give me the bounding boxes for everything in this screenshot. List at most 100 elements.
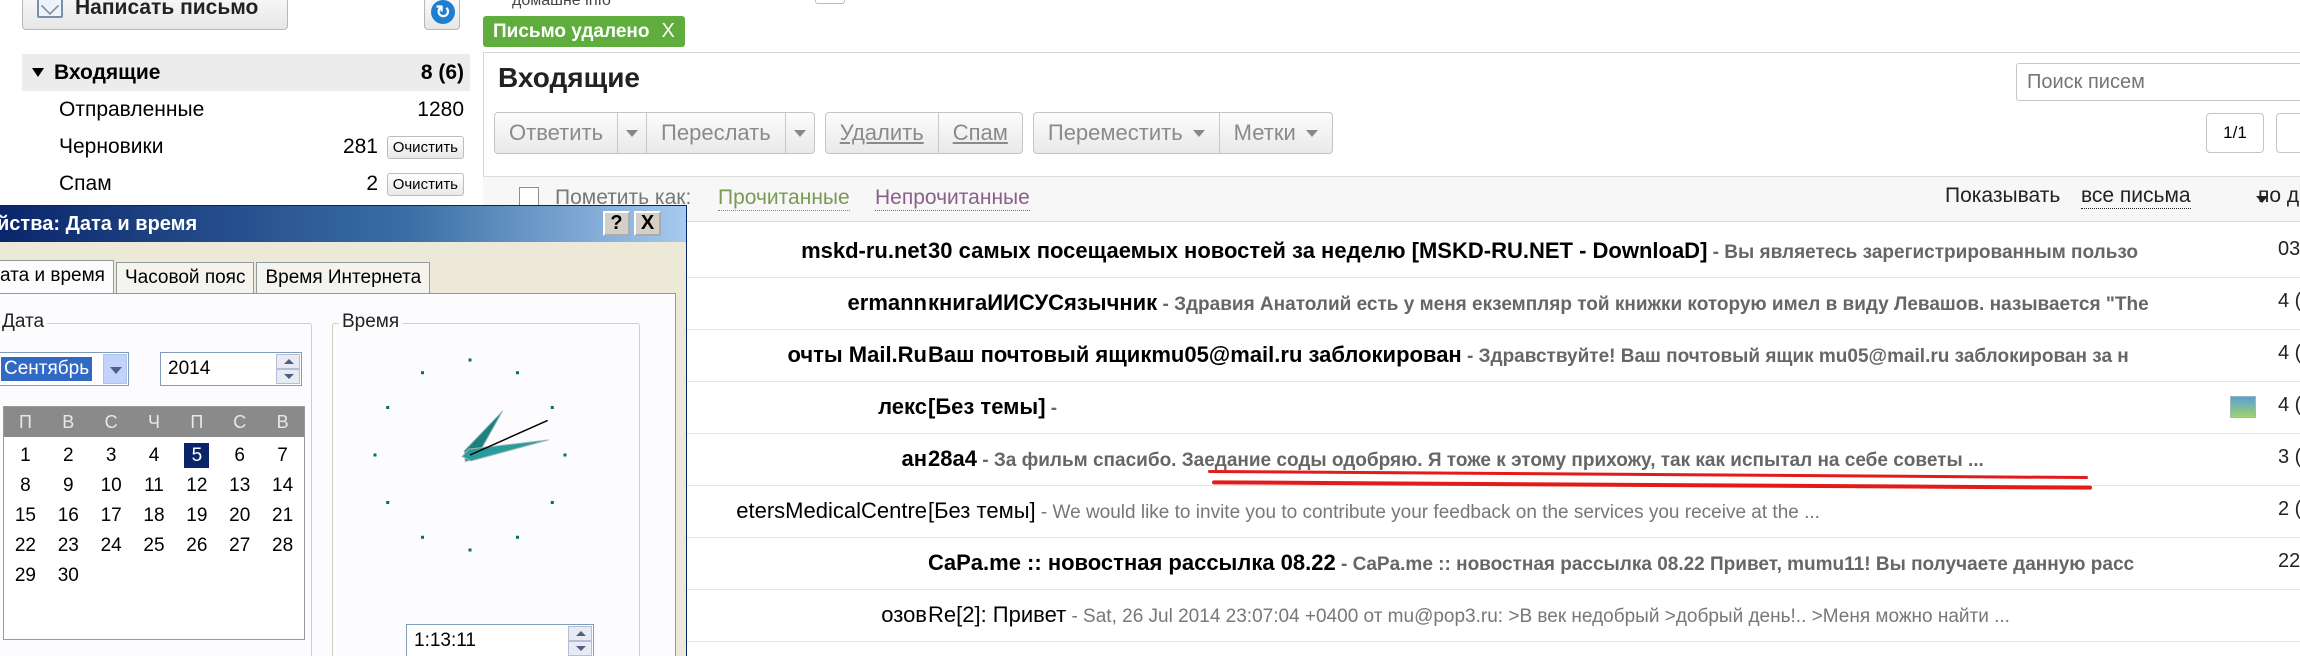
folder-list: Входящие 8 (6) Отправленные 1280 Чернови… (22, 54, 470, 202)
show-filter-select[interactable]: все письма (2081, 184, 2191, 209)
labels-button[interactable]: Метки (1220, 113, 1332, 153)
message-snippet: - Вы являетесь зарегистрированным пользо (1707, 242, 2138, 263)
delete-button[interactable]: Удалить (826, 113, 939, 153)
top-stub-button[interactable] (815, 0, 845, 4)
folder-spam[interactable]: Спам 2 Очистить (22, 165, 470, 202)
message-row[interactable]: mskd-ru.net 30 самых посещаемых новостей… (483, 226, 2300, 278)
chevron-down-icon[interactable] (103, 354, 127, 384)
clock-tick (386, 501, 390, 504)
pager-next-button[interactable] (2276, 113, 2300, 153)
spin-down-icon[interactable] (568, 641, 592, 656)
image-thumbnail-icon[interactable] (2230, 396, 2256, 418)
calendar-day[interactable]: 26 (175, 533, 218, 558)
message-row[interactable]: etersMedicalCentre [Без темы] - We would… (483, 486, 2300, 538)
tab-date-time[interactable]: ата и время (0, 260, 114, 294)
calendar-day[interactable]: 10 (90, 473, 133, 498)
calendar-day[interactable]: 21 (261, 503, 304, 528)
tab-timezone[interactable]: Часовой пояс (115, 262, 255, 294)
calendar-day[interactable]: 15 (4, 503, 47, 528)
folder-sent[interactable]: Отправленные 1280 (22, 91, 470, 128)
message-row[interactable]: ermann книгаИИСУСязычник - Здравия Анато… (483, 278, 2300, 330)
calendar-day[interactable]: 7 (261, 443, 304, 468)
clean-spam-button[interactable]: Очистить (386, 173, 464, 196)
select-all-checkbox[interactable] (519, 187, 539, 207)
spin-down-icon[interactable] (276, 369, 300, 384)
move-button[interactable]: Переместить (1034, 113, 1220, 153)
mark-read-link[interactable]: Прочитанные (718, 186, 850, 211)
message-row[interactable]: очты Mail.Ru Ваш почтовый ящикmu05@mail.… (483, 330, 2300, 382)
calendar-day[interactable]: 20 (218, 503, 261, 528)
reply-button[interactable]: Ответить (495, 113, 619, 153)
compose-button[interactable]: Написать письмо (22, 0, 288, 30)
spam-button[interactable]: Спам (939, 113, 1022, 153)
year-spinner[interactable]: 2014 (160, 352, 302, 386)
calendar-day[interactable]: 2 (47, 443, 90, 468)
month-value: Сентябрь (1, 357, 93, 381)
calendar-day[interactable]: 12 (175, 473, 218, 498)
forward-button[interactable]: Переслать (647, 113, 786, 153)
calendar-day[interactable]: 13 (218, 473, 261, 498)
calendar-day[interactable]: 28 (261, 533, 304, 558)
calendar-day[interactable]: 5 (184, 443, 210, 468)
datetime-dialog: йства: Дата и время ? X ата и время Часо… (0, 205, 687, 656)
time-group-label: Время (339, 311, 403, 333)
calendar-day[interactable]: 8 (4, 473, 47, 498)
folder-inbox[interactable]: Входящие 8 (6) (22, 54, 470, 91)
tab-internet-time[interactable]: Время Интернета (256, 262, 431, 294)
notice-close-icon[interactable]: X (661, 20, 674, 43)
refresh-icon: ↻ (431, 0, 455, 24)
calendar-day[interactable]: 18 (133, 503, 176, 528)
search-input[interactable] (2016, 63, 2300, 101)
calendar-day[interactable]: 22 (4, 533, 47, 558)
chevron-down-icon (793, 129, 806, 137)
forward-dropdown[interactable] (786, 113, 814, 153)
message-row[interactable]: озов Re[2]: Привет - Sat, 26 Jul 2014 23… (483, 590, 2300, 642)
calendar-day[interactable]: 3 (90, 443, 133, 468)
clean-drafts-button[interactable]: Очистить (386, 136, 464, 159)
calendar-weekdays: ПВСЧПСВ (4, 407, 304, 437)
mark-unread-link[interactable]: Непрочитанные (875, 186, 1030, 211)
calendar-day[interactable]: 17 (90, 503, 133, 528)
spin-up-icon[interactable] (276, 354, 300, 369)
calendar-day[interactable]: 9 (47, 473, 90, 498)
calendar-day[interactable]: 6 (218, 443, 261, 468)
calendar-day[interactable]: 19 (175, 503, 218, 528)
show-label: Показывать (1945, 184, 2061, 207)
calendar-day[interactable]: 25 (133, 533, 176, 558)
message-subject-line: книгаИИСУСязычник - Здравия Анатолий ест… (928, 290, 2260, 316)
page-title: Входящие (498, 62, 640, 93)
message-subject-line: 28a4 - За фильм спасибо. Заедание соды о… (928, 446, 2260, 472)
collapse-triangle-icon[interactable] (32, 68, 44, 77)
help-button[interactable]: ? (603, 211, 630, 236)
message-date: 4 ( (2278, 394, 2300, 416)
calendar-day[interactable]: 4 (133, 443, 176, 468)
notice-text: Письмо удалено (493, 20, 650, 42)
month-select[interactable]: Сентябрь (0, 352, 129, 386)
message-subject-line: Ваш почтовый ящикmu05@mail.ru заблокиров… (928, 342, 2260, 368)
reply-dropdown[interactable] (618, 113, 648, 153)
sort-fragment[interactable]: по д (2258, 184, 2299, 208)
message-row[interactable]: лекс [Без темы] - 4 ( (483, 382, 2300, 434)
calendar-day[interactable]: 29 (4, 563, 47, 588)
calendar-day[interactable]: 16 (47, 503, 90, 528)
message-row[interactable]: CaPa.me :: новостная рассылка 08.22 - Ca… (483, 538, 2300, 590)
message-snippet: - (1045, 398, 1058, 419)
spin-up-icon[interactable] (568, 626, 592, 641)
folder-drafts[interactable]: Черновики 281 Очистить (22, 128, 470, 165)
year-value: 2014 (168, 358, 211, 379)
refresh-button[interactable]: ↻ (424, 0, 460, 30)
time-spinner[interactable]: 1:13:11 (406, 624, 594, 656)
calendar-days: 1 2 3 4 5 6 7 8 9 10 11 12 13 14 15 16 17 18 19 20 21 22 23 24 2… (4, 437, 304, 588)
folder-name: Спам (59, 171, 112, 195)
calendar-day[interactable]: 30 (47, 563, 90, 588)
calendar-day[interactable]: 23 (47, 533, 90, 558)
close-button[interactable]: X (634, 211, 661, 236)
clock-tick (516, 371, 519, 375)
calendar-day[interactable]: 27 (218, 533, 261, 558)
clock-tick (468, 548, 472, 552)
calendar-day[interactable]: 11 (133, 473, 176, 498)
calendar-day[interactable]: 1 (4, 443, 47, 468)
calendar-day[interactable]: 24 (90, 533, 133, 558)
page-indicator[interactable]: 1/1 (2206, 113, 2264, 153)
calendar-day[interactable]: 14 (261, 473, 304, 498)
